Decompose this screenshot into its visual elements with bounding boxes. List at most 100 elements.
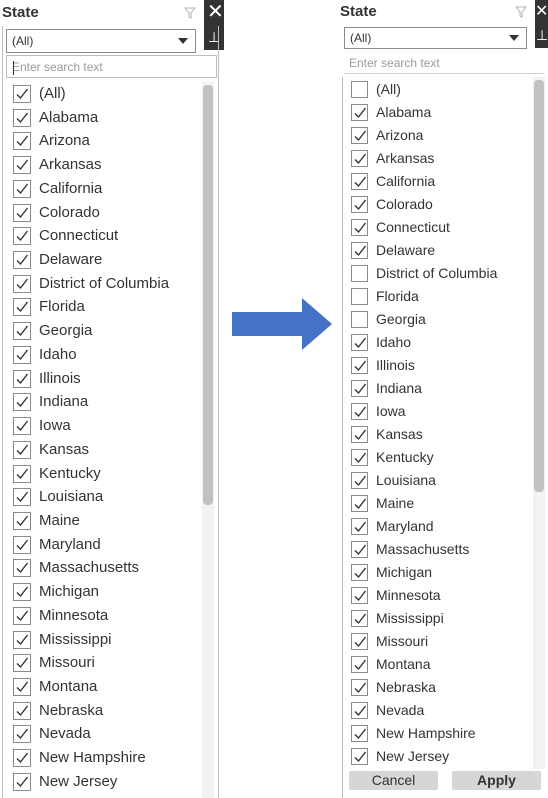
checkbox-checked[interactable]	[351, 127, 368, 144]
list-item[interactable]: California	[6, 178, 202, 202]
checkbox-checked[interactable]	[351, 725, 368, 742]
checkbox-checked[interactable]	[351, 472, 368, 489]
checkbox-checked[interactable]	[13, 749, 31, 768]
checkbox-checked[interactable]	[13, 369, 31, 388]
close-button[interactable]: ✕	[204, 0, 224, 26]
checkbox-checked[interactable]	[351, 380, 368, 397]
list-item[interactable]: Illinois	[345, 355, 535, 378]
checkbox-checked[interactable]	[13, 298, 31, 317]
list-item[interactable]: Arizona	[345, 125, 535, 148]
checkbox-unchecked[interactable]	[351, 311, 368, 328]
checkbox-checked[interactable]	[351, 541, 368, 558]
mode-dropdown[interactable]: (All)	[344, 27, 527, 49]
list-item[interactable]: Arkansas	[6, 154, 202, 178]
search-box[interactable]	[344, 52, 544, 74]
list-item[interactable]: Iowa	[345, 401, 535, 424]
filter-icon[interactable]	[515, 6, 527, 18]
checkbox-checked[interactable]	[13, 772, 31, 791]
checkbox-checked[interactable]	[13, 417, 31, 436]
list-item[interactable]: (All)	[345, 79, 535, 102]
list-item[interactable]: Montana	[6, 676, 202, 700]
mode-dropdown[interactable]: (All)	[6, 29, 196, 53]
list-item[interactable]: Kentucky	[345, 447, 535, 470]
close-button[interactable]: ✕	[535, 0, 548, 24]
checkbox-checked[interactable]	[13, 725, 31, 744]
checkbox-checked[interactable]	[351, 702, 368, 719]
list-item[interactable]: District of Columbia	[345, 263, 535, 286]
search-input[interactable]	[7, 56, 216, 77]
list-item[interactable]: Idaho	[345, 332, 535, 355]
checkbox-checked[interactable]	[351, 449, 368, 466]
list-item[interactable]: Maryland	[345, 516, 535, 539]
list-item[interactable]: Maryland	[6, 534, 202, 558]
list-item[interactable]: Colorado	[6, 202, 202, 226]
checkbox-checked[interactable]	[13, 511, 31, 530]
search-box[interactable]	[6, 55, 217, 78]
checkbox-checked[interactable]	[13, 701, 31, 720]
checkbox-checked[interactable]	[13, 108, 31, 127]
checkbox-checked[interactable]	[13, 678, 31, 696]
list-item[interactable]: Montana	[345, 654, 535, 677]
checkbox-checked[interactable]	[13, 583, 31, 602]
checkbox-checked[interactable]	[351, 357, 368, 374]
list-item[interactable]: Delaware	[6, 249, 202, 273]
list-item[interactable]: Louisiana	[6, 486, 202, 510]
checkbox-checked[interactable]	[351, 633, 368, 650]
list-item[interactable]: New Hampshire	[345, 723, 535, 746]
filter-icon[interactable]	[184, 7, 196, 19]
list-item[interactable]: Delaware	[345, 240, 535, 263]
list-item[interactable]: Arizona	[6, 130, 202, 154]
list-item[interactable]: Florida	[345, 286, 535, 309]
list-item[interactable]: Indiana	[6, 391, 202, 415]
list-item[interactable]: Maine	[6, 510, 202, 534]
checkbox-checked[interactable]	[13, 464, 31, 483]
apply-button[interactable]: Apply	[452, 771, 541, 790]
list-item[interactable]: Missouri	[345, 631, 535, 654]
checkbox-checked[interactable]	[351, 403, 368, 420]
pin-button[interactable]: ⊥	[535, 24, 548, 48]
scrollbar-thumb[interactable]	[203, 85, 213, 505]
checkbox-checked[interactable]	[351, 656, 368, 673]
checkbox-checked[interactable]	[351, 610, 368, 627]
checkbox-checked[interactable]	[351, 587, 368, 604]
list-item[interactable]: Arkansas	[345, 148, 535, 171]
checkbox-checked[interactable]	[13, 227, 31, 246]
list-item[interactable]: Iowa	[6, 415, 202, 439]
list-item[interactable]: New Hampshire	[6, 747, 202, 771]
list-item[interactable]: Massachusetts	[6, 557, 202, 581]
checkbox-checked[interactable]	[13, 274, 31, 293]
checkbox-checked[interactable]	[351, 219, 368, 236]
list-item[interactable]: Nevada	[345, 700, 535, 723]
list-item[interactable]: Kansas	[6, 439, 202, 463]
checkbox-checked[interactable]	[351, 196, 368, 213]
list-item[interactable]: Illinois	[6, 368, 202, 392]
pin-button[interactable]: ⊥	[204, 26, 224, 50]
list-item[interactable]: Kansas	[345, 424, 535, 447]
list-item[interactable]: Maine	[345, 493, 535, 516]
list-item[interactable]: Kentucky	[6, 463, 202, 487]
list-item[interactable]: Colorado	[345, 194, 535, 217]
scrollbar-thumb[interactable]	[534, 80, 544, 492]
list-item[interactable]: Massachusetts	[345, 539, 535, 562]
checkbox-checked[interactable]	[13, 179, 31, 198]
checkbox-checked[interactable]	[351, 679, 368, 696]
list-item[interactable]: Minnesota	[6, 605, 202, 629]
list-item[interactable]: (All)	[6, 83, 202, 107]
list-item[interactable]: Louisiana	[345, 470, 535, 493]
checkbox-checked[interactable]	[351, 495, 368, 512]
list-item[interactable]: Michigan	[6, 581, 202, 605]
list-item[interactable]: Alabama	[6, 107, 202, 131]
list-item[interactable]: Missouri	[6, 652, 202, 676]
checkbox-checked[interactable]	[13, 322, 31, 341]
checkbox-checked[interactable]	[13, 156, 31, 175]
checkbox-checked[interactable]	[13, 85, 31, 103]
scrollbar-track[interactable]	[533, 77, 545, 769]
checkbox-checked[interactable]	[351, 518, 368, 535]
checkbox-unchecked[interactable]	[351, 81, 368, 98]
checkbox-checked[interactable]	[13, 440, 31, 459]
checkbox-checked[interactable]	[13, 535, 31, 554]
checkbox-checked[interactable]	[351, 748, 368, 765]
list-item[interactable]: Michigan	[345, 562, 535, 585]
list-item[interactable]: Nebraska	[345, 677, 535, 700]
checkbox-checked[interactable]	[351, 334, 368, 351]
